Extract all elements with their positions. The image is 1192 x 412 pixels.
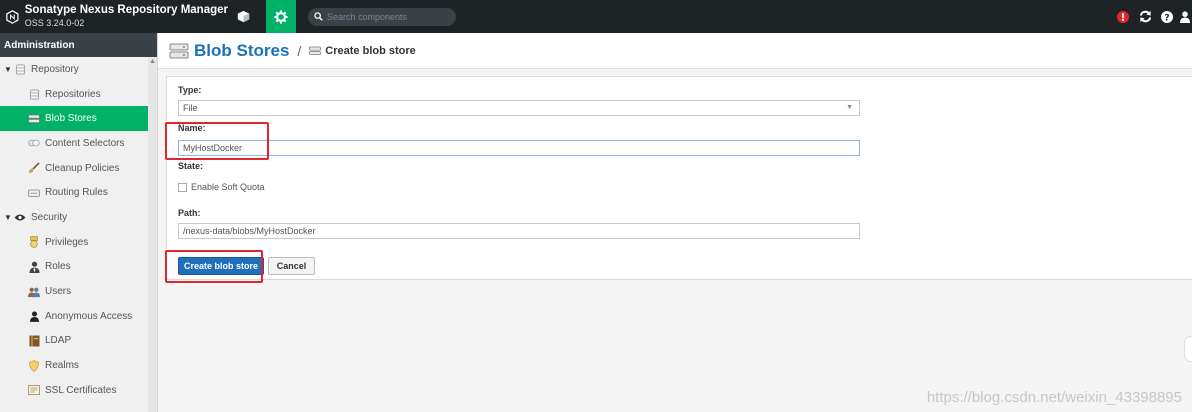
watermark: https://blog.csdn.net/weixin_43398895 xyxy=(926,389,1182,406)
caret-down-icon: ▼ xyxy=(4,212,12,222)
search-icon xyxy=(314,12,323,21)
user-icon xyxy=(1180,10,1190,23)
breadcrumb-blob-stores-link[interactable]: Blob Stores xyxy=(194,41,289,61)
gear-icon xyxy=(274,9,288,24)
path-input[interactable] xyxy=(178,223,860,239)
sidebar-item-label: Privileges xyxy=(45,236,89,248)
soft-quota-checkbox-row[interactable]: Enable Soft Quota xyxy=(178,182,265,192)
route-icon xyxy=(28,187,40,199)
sidebar-group-label: Security xyxy=(31,211,68,223)
sidebar-item-anonymous-access[interactable]: Anonymous Access xyxy=(0,304,151,329)
sidebar-item-privileges[interactable]: Privileges xyxy=(0,230,151,255)
sidebar-item-label: Cleanup Policies xyxy=(45,162,120,174)
book-icon xyxy=(28,335,40,347)
app-name: Sonatype Nexus Repository Manager xyxy=(24,3,228,16)
sidebar-group-label: Repository xyxy=(31,63,79,75)
sidebar-item-label: Repositories xyxy=(45,88,101,100)
alert-icon xyxy=(1117,10,1129,23)
medal-icon xyxy=(28,236,40,248)
sidebar-item-realms[interactable]: Realms xyxy=(0,353,151,378)
sidebar-item-ldap[interactable]: LDAP xyxy=(0,329,151,354)
breadcrumb: Blob Stores / Create blob store xyxy=(158,33,1192,69)
sidebar-item-repositories[interactable]: Repositories xyxy=(0,82,151,107)
database-icon xyxy=(28,88,40,100)
admin-button[interactable] xyxy=(266,0,296,33)
users-icon xyxy=(28,286,40,298)
user-tie-icon xyxy=(28,261,40,273)
certificate-icon xyxy=(28,384,40,396)
shield-icon xyxy=(28,359,40,372)
cancel-button[interactable]: Cancel xyxy=(268,257,315,275)
type-label: Type: xyxy=(178,85,202,95)
sidebar-item-label: Content Selectors xyxy=(45,137,125,149)
type-select[interactable]: File ▼ xyxy=(178,100,860,116)
sidebar-scrollbar[interactable]: ▲ xyxy=(148,57,157,412)
caret-down-icon: ▼ xyxy=(4,64,12,74)
chevron-down-icon: ▼ xyxy=(846,104,853,111)
sidebar-item-content-selectors[interactable]: Content Selectors xyxy=(0,131,151,156)
user-icon xyxy=(28,310,40,322)
help-icon: ? xyxy=(1161,10,1173,23)
cube-icon xyxy=(237,10,249,23)
sidebar-item-routing-rules[interactable]: Routing Rules xyxy=(0,180,151,205)
app-version: OSS 3.24.0-02 xyxy=(24,17,85,28)
svg-text:?: ? xyxy=(1164,13,1169,23)
sidebar-item-label: Blob Stores xyxy=(45,113,97,125)
refresh-icon xyxy=(1139,10,1151,23)
sidebar-item-label: LDAP xyxy=(45,335,72,347)
state-label: State: xyxy=(178,161,204,171)
type-select-value: File xyxy=(183,103,198,113)
path-label: Path: xyxy=(178,208,201,218)
sidebar-group-repository[interactable]: ▼ Repository xyxy=(0,57,151,82)
sidebar-group-security[interactable]: ▼ Security xyxy=(0,205,151,230)
name-label: Name: xyxy=(178,123,206,133)
sidebar-item-roles[interactable]: Roles xyxy=(0,255,151,280)
name-input[interactable] xyxy=(178,140,860,156)
user-button[interactable] xyxy=(1178,0,1192,33)
brush-icon xyxy=(28,162,40,174)
brand[interactable]: Sonatype Nexus Repository Manager OSS 3.… xyxy=(0,0,228,33)
layers-icon xyxy=(28,137,40,149)
sidebar-item-label: Anonymous Access xyxy=(45,310,133,322)
sidebar-item-ssl-certificates[interactable]: SSL Certificates xyxy=(0,378,151,403)
sidebar-heading: Administration xyxy=(0,33,157,57)
soft-quota-checkbox[interactable] xyxy=(178,182,187,192)
storage-icon xyxy=(28,113,40,125)
storage-icon xyxy=(169,43,189,58)
sidebar-item-label: Routing Rules xyxy=(45,187,108,199)
help-button[interactable]: ? xyxy=(1156,0,1178,33)
nexus-logo-icon xyxy=(6,9,19,24)
breadcrumb-separator: / xyxy=(297,42,302,59)
sidebar: Administration ▲ ▼ Repository Repositori… xyxy=(0,33,158,412)
sidebar-item-cleanup-policies[interactable]: Cleanup Policies xyxy=(0,156,151,181)
search-input[interactable] xyxy=(327,11,447,22)
page-title: Create blob store xyxy=(325,44,416,57)
sidebar-item-label: Users xyxy=(45,286,72,298)
soft-quota-label: Enable Soft Quota xyxy=(191,182,265,192)
edge-handle[interactable] xyxy=(1184,336,1192,362)
sidebar-item-label: Roles xyxy=(45,261,71,273)
sidebar-item-blob-stores[interactable]: Blob Stores xyxy=(0,106,151,132)
search-box[interactable] xyxy=(308,7,456,26)
database-icon xyxy=(14,63,26,75)
alert-button[interactable] xyxy=(1112,0,1134,33)
main-content: Blob Stores / Create blob store Type: Fi… xyxy=(158,33,1192,412)
sidebar-item-label: SSL Certificates xyxy=(45,384,117,396)
top-bar: Sonatype Nexus Repository Manager OSS 3.… xyxy=(0,0,1192,33)
storage-icon xyxy=(309,46,322,55)
eye-icon xyxy=(14,211,26,223)
refresh-button[interactable] xyxy=(1134,0,1156,33)
sidebar-item-label: Realms xyxy=(45,360,79,372)
browse-button[interactable] xyxy=(228,0,258,33)
create-blob-store-form: Type: File ▼ Name: State: Enable Soft Qu… xyxy=(166,76,1192,280)
sidebar-item-users[interactable]: Users xyxy=(0,279,151,304)
create-blob-store-button[interactable]: Create blob store xyxy=(178,257,265,275)
